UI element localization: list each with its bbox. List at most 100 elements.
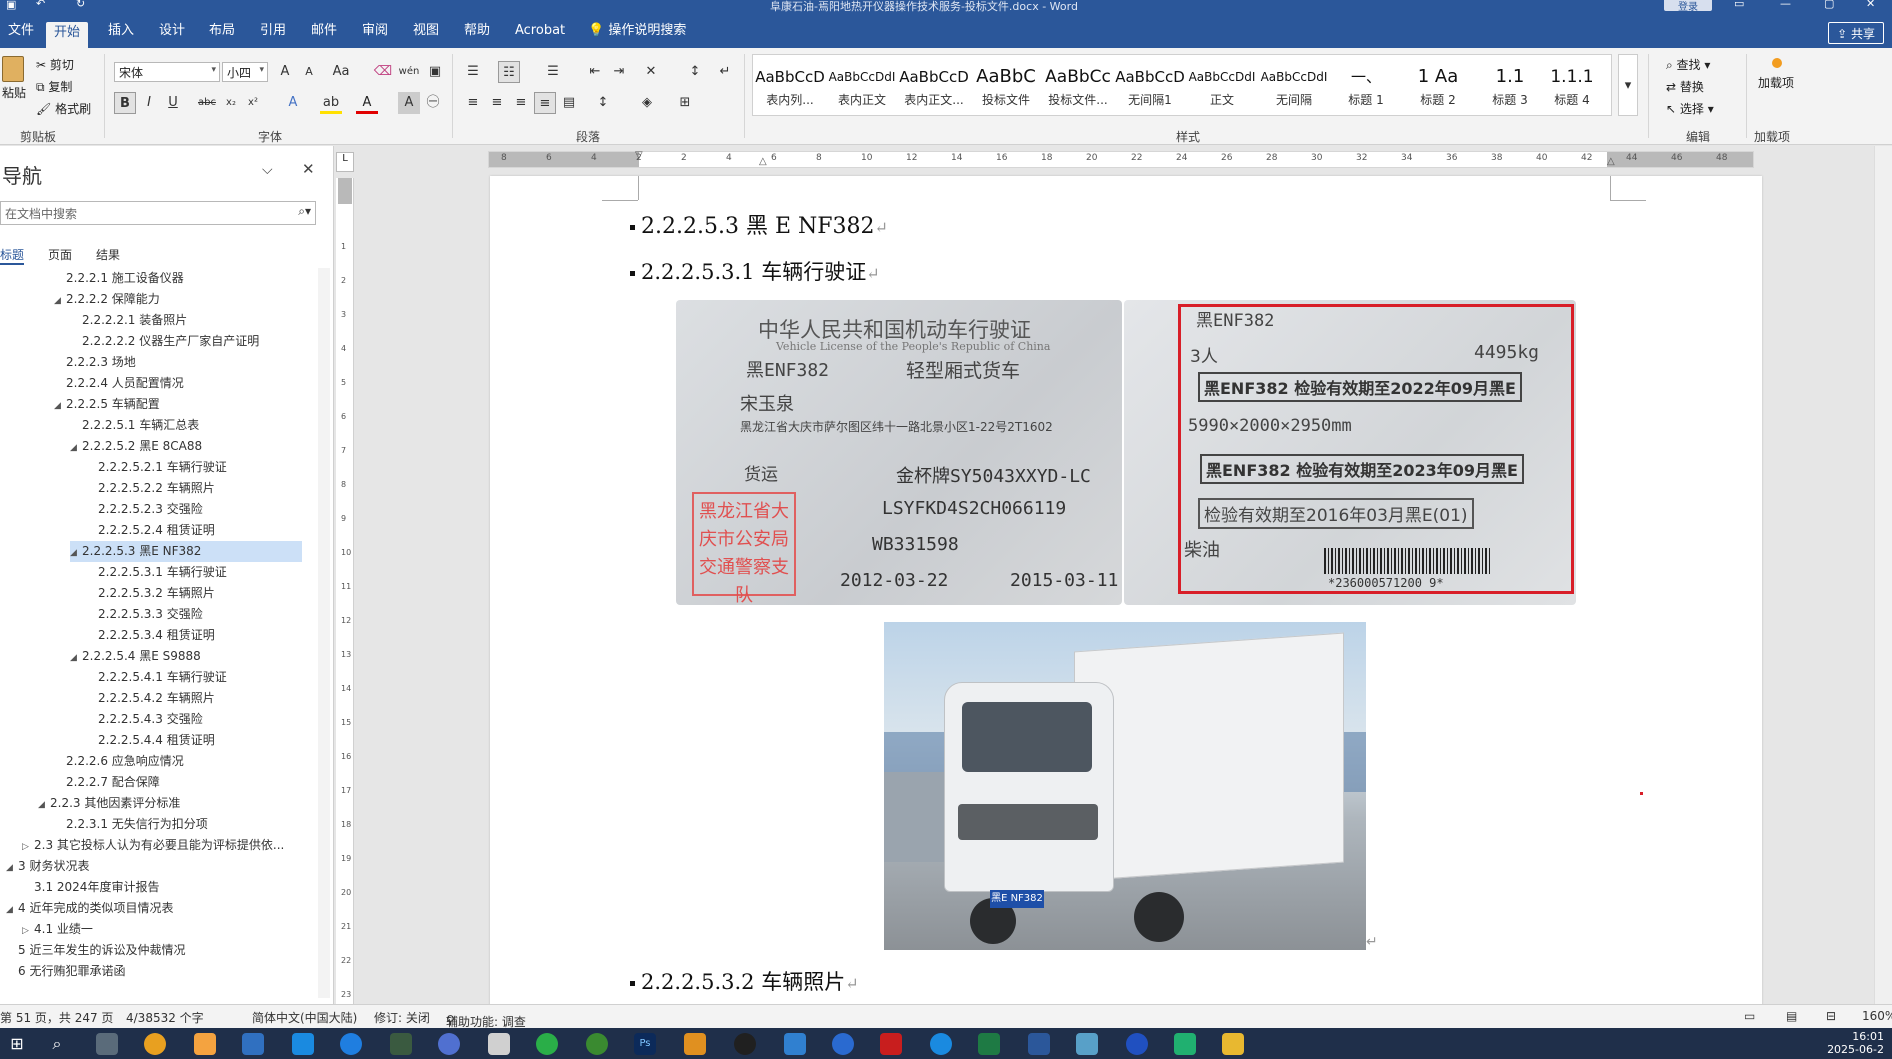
change-case-icon[interactable]: Aa (326, 61, 356, 83)
italic-button[interactable]: I (138, 92, 160, 114)
app-icon[interactable] (242, 1033, 264, 1055)
nav-heading-item[interactable]: 2.2.2.5.2.1 车辆行驶证 (86, 457, 227, 478)
app-icon[interactable] (832, 1033, 854, 1055)
enclosed-char-icon[interactable]: ㊀ (422, 92, 444, 114)
print-layout-icon[interactable]: ▤ (1786, 1009, 1797, 1023)
borders-icon[interactable]: ⊞ (674, 92, 696, 114)
tab-insert[interactable]: 插入 (100, 22, 142, 46)
acrobat-icon[interactable] (880, 1033, 902, 1055)
nav-scrollbar[interactable] (318, 268, 330, 998)
asian-layout-icon[interactable]: ✕ (640, 61, 662, 83)
nav-heading-item[interactable]: 2.2.2.2.2 仪器生产厂家自产证明 (70, 331, 259, 352)
chevron-down-icon[interactable]: ⌵ (262, 162, 273, 178)
nav-heading-item[interactable]: ◢ 3 财务状况表 (6, 856, 89, 877)
nav-heading-item[interactable]: 2.2.2.5.3.3 交强险 (86, 604, 203, 625)
nav-heading-item[interactable]: 2.2.2.4 人员配置情况 (54, 373, 184, 394)
nav-search-input[interactable]: 在文档中搜索 ⌕▾ (0, 201, 316, 225)
decrease-indent-icon[interactable]: ⇤ (584, 61, 606, 83)
nav-heading-item[interactable]: ◢ 2.2.2.5.2 黑E 8CA88 (70, 436, 202, 457)
nav-heading-item[interactable]: 2.2.2.5.2.3 交强险 (86, 499, 203, 520)
nav-tab-headings[interactable]: 标题 (0, 246, 25, 265)
tab-review[interactable]: 审阅 (354, 22, 396, 46)
nav-heading-item[interactable]: ◢ 2.2.3 其他因素评分标准 (38, 793, 180, 814)
nav-heading-item[interactable]: 2.2.2.5.4.1 车辆行驶证 (86, 667, 227, 688)
redo-icon[interactable]: ↻ (76, 0, 85, 10)
word-icon[interactable] (1028, 1033, 1050, 1055)
text-effects-icon[interactable]: A (282, 92, 304, 114)
language-indicator[interactable]: 简体中文(中国大陆) (252, 1009, 357, 1026)
nav-heading-item[interactable]: 2.2.3.1 无失信行为扣分项 (54, 814, 208, 835)
nav-heading-item[interactable]: 2.2.2.6 应急响应情况 (54, 751, 184, 772)
numbering-icon[interactable]: ☷ (498, 61, 520, 83)
style-item[interactable]: AaBbCc 投标文件... (1043, 63, 1113, 113)
nav-heading-item[interactable]: 2.2.2.5.3.2 车辆照片 (86, 583, 215, 604)
subscript-button[interactable]: x₂ (220, 92, 242, 114)
edge-icon[interactable] (930, 1033, 952, 1055)
nav-heading-item[interactable]: 2.2.2.7 配合保障 (54, 772, 160, 793)
document-heading[interactable]: 2.2.2.5.3.1 车辆行驶证↵ (630, 256, 880, 286)
share-button[interactable]: ⇪ 共享 (1828, 22, 1884, 44)
excel-icon[interactable] (978, 1033, 1000, 1055)
wechat-icon[interactable] (536, 1033, 558, 1055)
expand-collapse-icon[interactable]: ◢ (54, 291, 66, 312)
nav-heading-item[interactable]: 2.2.2.5.3.1 车辆行驶证 (86, 562, 227, 583)
system-clock[interactable]: 16:01 2025-06-2 (1827, 1030, 1884, 1056)
style-item[interactable]: 一、 标题 1 (1331, 63, 1401, 113)
tab-file[interactable]: 文件 (0, 22, 42, 46)
qq-icon[interactable] (734, 1033, 756, 1055)
nav-heading-item[interactable]: ◢ 2.2.2.5 车辆配置 (54, 394, 160, 415)
nav-heading-item[interactable]: 2.2.2.5.2.2 车辆照片 (86, 478, 215, 499)
strikethrough-button[interactable]: abc (196, 92, 218, 114)
shading-icon[interactable]: ◈ (636, 92, 658, 114)
maximize-icon[interactable]: ▢ (1824, 0, 1834, 10)
tab-references[interactable]: 引用 (252, 22, 294, 46)
phonetic-guide-icon[interactable]: wén (398, 61, 420, 83)
web-layout-icon[interactable]: ⊟ (1826, 1009, 1836, 1023)
app-icon[interactable] (684, 1033, 706, 1055)
style-item[interactable]: AaBbCcD 表内列... (755, 63, 825, 113)
nav-tab-pages[interactable]: 页面 (48, 246, 72, 263)
chrome-icon[interactable] (144, 1033, 166, 1055)
right-indent-marker[interactable]: △ (1607, 156, 1615, 167)
close-icon[interactable]: ✕ (1866, 0, 1875, 10)
nav-heading-item[interactable]: ▷ 4.1 业绩一 (22, 919, 93, 940)
addins-button[interactable]: 加载项 (1758, 58, 1796, 91)
cut-button[interactable]: ✂ 剪切 (36, 56, 74, 73)
style-item[interactable]: 1.1 标题 3 (1475, 63, 1545, 113)
replace-button[interactable]: ⇄ 替换 (1666, 78, 1704, 95)
show-marks-icon[interactable]: ↵ (714, 61, 736, 83)
nav-heading-item[interactable]: ▷ 2.3 其它投标人认为有必要且能为评标提供依... (22, 835, 284, 856)
license-back-image[interactable]: 黑ENF382 3人 4495kg 黑ENF382 检验有效期至2022年09月… (1124, 300, 1576, 605)
indent-marker[interactable]: △ (759, 156, 767, 167)
tab-acrobat[interactable]: Acrobat (507, 22, 573, 46)
char-border-icon[interactable]: ▣ (424, 61, 446, 83)
style-item[interactable]: 1.1.1 标题 4 (1537, 63, 1607, 113)
document-heading[interactable]: 2.2.2.5.3.2 车辆照片↵ (630, 966, 859, 996)
close-pane-icon[interactable]: ✕ (302, 160, 315, 178)
expand-collapse-icon[interactable]: ◢ (70, 648, 82, 669)
bold-button[interactable]: B (114, 92, 136, 114)
find-button[interactable]: ⌕ 查找 ▾ (1666, 56, 1710, 73)
nav-tab-results[interactable]: 结果 (96, 246, 120, 263)
save-icon[interactable]: ▣ (6, 0, 16, 11)
login-button[interactable]: 登录 (1664, 0, 1712, 13)
font-size-combo[interactable]: 小四 ▾ (222, 62, 268, 82)
windows-start-icon[interactable]: ⊞ (6, 1033, 28, 1055)
app-icon[interactable] (292, 1033, 314, 1055)
ribbon-display-icon[interactable]: ▭ (1734, 0, 1744, 10)
style-item[interactable]: 1 Aa 标题 2 (1403, 63, 1473, 113)
calculator-icon[interactable] (96, 1033, 118, 1055)
shrink-font-icon[interactable]: A (298, 61, 320, 83)
style-item[interactable]: AaBbCcDdI 无间隔 (1259, 63, 1329, 113)
document-heading[interactable]: 2.2.2.5.3 黑 E NF382↵ (630, 208, 888, 240)
nav-heading-item[interactable]: 2.2.2.2.1 装备照片 (70, 310, 187, 331)
app-icon[interactable] (1174, 1033, 1196, 1055)
expand-collapse-icon[interactable]: ◢ (38, 795, 50, 816)
truck-photo[interactable]: 黑E NF382 (884, 622, 1366, 950)
track-changes-status[interactable]: 修订: 关闭 (374, 1009, 430, 1026)
format-painter-button[interactable]: 🖌 格式刷 (36, 100, 91, 117)
clear-format-icon[interactable]: ⌫ (372, 61, 394, 83)
expand-collapse-icon[interactable]: ◢ (6, 900, 18, 921)
nav-heading-item[interactable]: 2.2.2.5.4.3 交强险 (86, 709, 203, 730)
license-front-image[interactable]: 中华人民共和国机动车行驶证 Vehicle License of the Peo… (676, 300, 1122, 605)
